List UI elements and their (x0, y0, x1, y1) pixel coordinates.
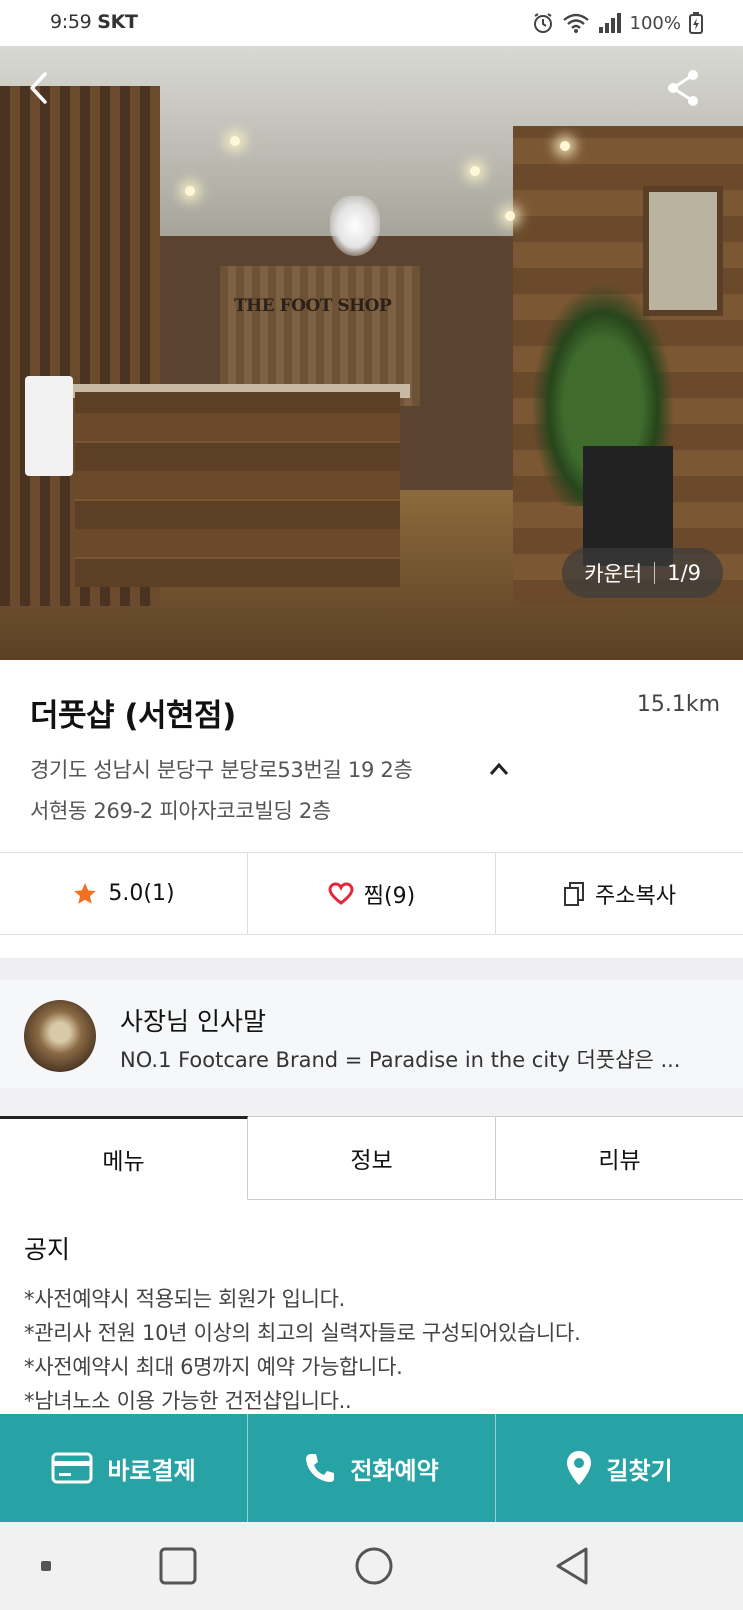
triangle-back-icon (556, 1547, 588, 1585)
share-icon (668, 70, 698, 106)
photo-caption: 카운터 (584, 562, 643, 586)
photo-counter: 1/9 (667, 561, 701, 585)
section-divider (0, 1088, 743, 1116)
dot-icon (41, 1561, 51, 1571)
wifi-icon (562, 13, 589, 33)
location-pin-icon (567, 1451, 592, 1485)
favorite-label: 찜(9) (363, 883, 416, 909)
photo-sanitizer-stand (25, 376, 73, 476)
photo-chandelier (330, 196, 380, 256)
card-icon (51, 1452, 93, 1484)
system-nav-bar (0, 1522, 743, 1610)
photo-light (230, 136, 240, 146)
home-icon (355, 1547, 393, 1585)
copy-icon (564, 881, 585, 906)
alarm-icon (533, 13, 552, 33)
greeting-title: 사장님 인사말 (120, 1007, 266, 1036)
photo-light (560, 141, 570, 151)
chevron-up-icon (489, 762, 509, 775)
badge-divider (654, 562, 656, 584)
address-road: 경기도 성남시 분당구 분당로53번길 19 2층 (30, 758, 413, 782)
back-icon (30, 72, 47, 104)
notice-list: *사전예약시 적용되는 회원가 입니다. *관리사 전원 10년 이상의 최고의… (24, 1282, 724, 1418)
greeting-text: NO.1 Footcare Brand = Paradise in the ci… (120, 1048, 681, 1072)
status-icons: 100% (532, 9, 703, 37)
directions-button[interactable]: 길찾기 (496, 1414, 743, 1522)
share-button[interactable] (663, 68, 703, 108)
nav-back-button[interactable] (550, 1544, 594, 1588)
store-name: 더풋샵 (서현점) (30, 698, 236, 734)
nav-recents-button[interactable] (156, 1544, 200, 1588)
owner-greeting[interactable]: 사장님 인사말 NO.1 Footcare Brand = Paradise i… (0, 980, 743, 1088)
notice-line: *사전예약시 적용되는 회원가 입니다. (24, 1287, 346, 1311)
directions-label: 길찾기 (606, 1456, 673, 1485)
rating-label: 5.0(1) (108, 881, 175, 906)
store-photo[interactable]: THE FOOT SHOP 카운터 1/9 (0, 46, 743, 660)
copy-address-label: 주소복사 (595, 883, 676, 909)
tab-info[interactable]: 정보 (248, 1116, 496, 1199)
battery-icon (689, 12, 703, 34)
copy-address-button[interactable]: 주소복사 (496, 853, 743, 934)
phone-icon (306, 1454, 335, 1482)
photo-light (505, 211, 515, 221)
heart-icon (328, 881, 354, 905)
photo-light (470, 166, 480, 176)
address-toggle-button[interactable] (486, 757, 512, 781)
photo-counter-badge: 카운터 1/9 (562, 548, 723, 598)
address-lot: 서현동 269-2 피아자코코빌딩 2층 (30, 799, 331, 823)
tab-review[interactable]: 리뷰 (496, 1116, 743, 1199)
status-time: 9:59 SKT (50, 11, 138, 33)
notice-line: *남녀노소 이용 가능한 건전샵입니다.. (24, 1389, 352, 1413)
pay-now-button[interactable]: 바로결제 (0, 1414, 248, 1522)
cta-bar: 바로결제 전화예약 길찾기 (0, 1414, 743, 1522)
tab-menu[interactable]: 메뉴 (0, 1116, 248, 1200)
phone-reserve-label: 전화예약 (350, 1456, 439, 1485)
store-distance: 15.1km (636, 692, 720, 717)
nav-home-button[interactable] (352, 1544, 396, 1588)
nav-menu-button[interactable] (24, 1544, 68, 1588)
phone-reserve-button[interactable]: 전화예약 (248, 1414, 496, 1522)
photo-counter (75, 392, 400, 587)
pay-now-label: 바로결제 (107, 1456, 196, 1485)
back-button[interactable] (20, 68, 56, 108)
rating-button[interactable]: 5.0(1) (0, 853, 248, 934)
action-row: 5.0(1) 찜(9) 주소복사 (0, 852, 743, 935)
notice-line: *사전예약시 최대 6명까지 예약 가능합니다. (24, 1355, 403, 1379)
section-divider (0, 958, 743, 980)
favorite-button[interactable]: 찜(9) (248, 853, 496, 934)
battery-percent: 100% (629, 12, 681, 34)
photo-sign: THE FOOT SHOP (234, 296, 392, 316)
status-bar: 9:59 SKT 100% (0, 0, 743, 46)
owner-avatar (24, 1000, 96, 1072)
signal-icon (598, 13, 621, 33)
notice-line: *관리사 전원 10년 이상의 최고의 실력자들로 구성되어있습니다. (24, 1321, 581, 1345)
tab-bar: 메뉴 정보 리뷰 (0, 1116, 743, 1200)
star-icon (74, 882, 97, 904)
notice-title: 공지 (24, 1235, 71, 1264)
photo-light (185, 186, 195, 196)
recents-icon (159, 1547, 197, 1585)
